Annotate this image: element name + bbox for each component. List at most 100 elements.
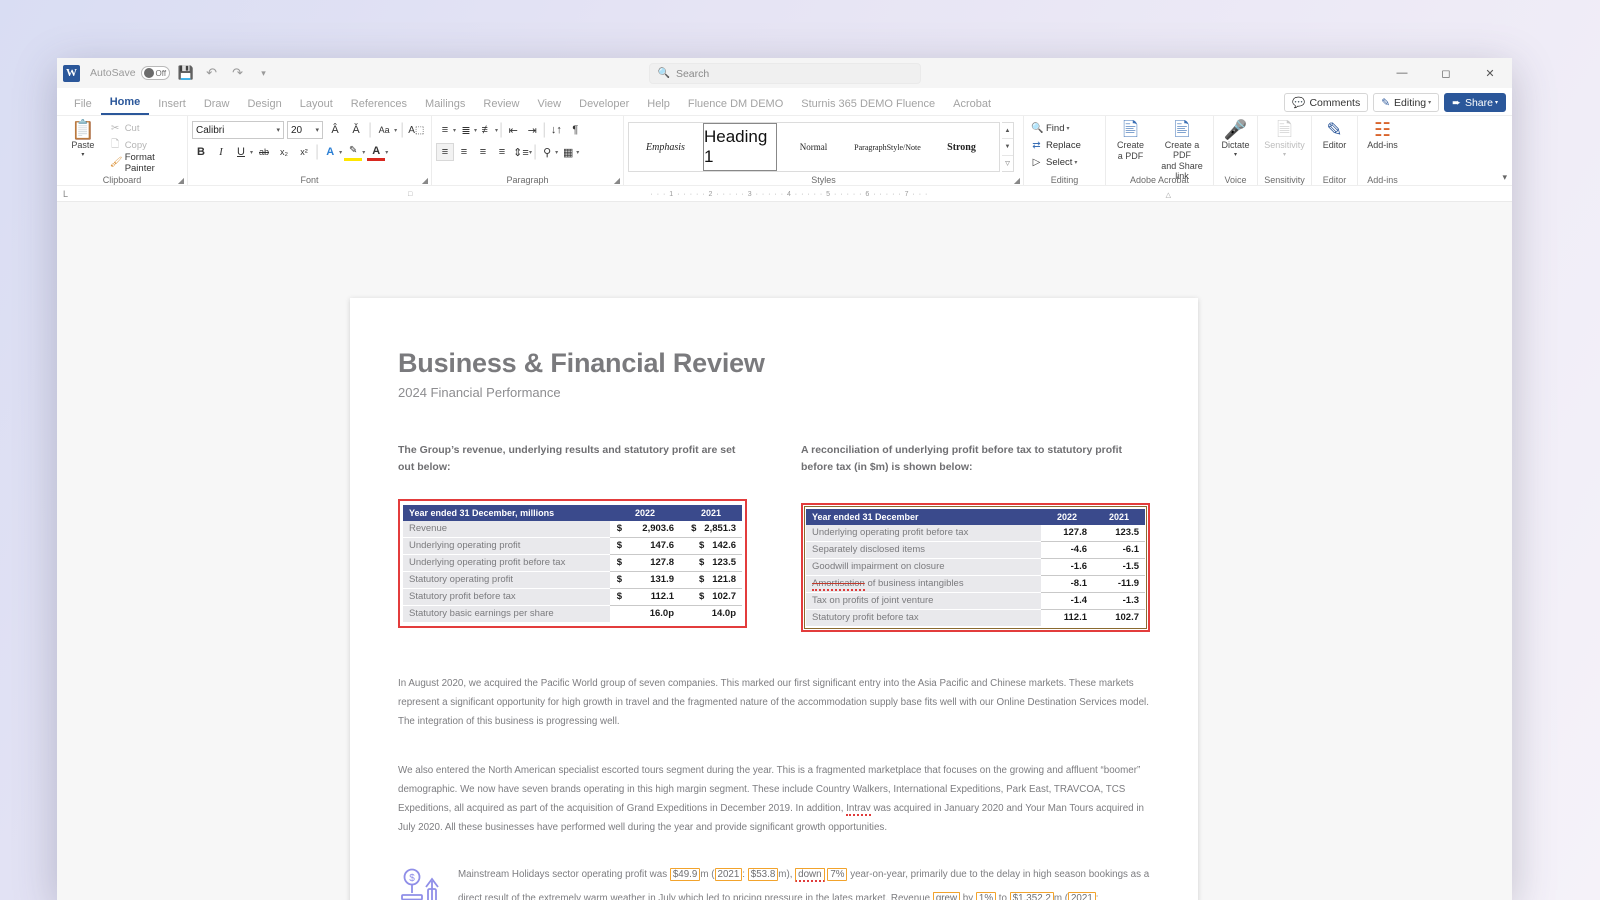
tab-view[interactable]: View [528,95,570,115]
find-button[interactable]: 🔍 Find ▾ [1028,121,1084,136]
maximize-button[interactable]: ◻ [1424,58,1468,88]
table-row[interactable]: Tax on profits of joint venture -1.4 -1.… [806,592,1145,609]
paste-button[interactable]: 📋 Paste ▾ [61,121,105,158]
editor-button[interactable]: ✎ Editor [1316,121,1353,151]
shading-icon[interactable]: ⚲ [538,143,556,161]
editing-mode-button[interactable]: ✎ Editing ▾ [1373,93,1439,112]
customize-quick-access-icon[interactable]: ▾ [254,63,274,83]
table-row[interactable]: Statutory operating profit $ 131.9 $ 121… [403,571,742,588]
bold-icon[interactable]: B [192,143,210,161]
share-button[interactable]: ➨ Share ▾ [1444,93,1506,112]
align-center-icon[interactable]: ≡ [455,143,473,161]
tab-references[interactable]: References [342,95,416,115]
select-button[interactable]: ▷ Select ▾ [1028,155,1084,170]
table-row[interactable]: Amortisation of business intangibles -8.… [806,575,1145,592]
right-table-annotation-box[interactable]: Year ended 31 December 2022 2021 Underly… [801,503,1150,632]
underline-icon[interactable]: U [232,143,250,161]
font-color-icon[interactable]: A [367,143,385,161]
document-page[interactable]: Business & Financial Review 2024 Financi… [350,298,1198,900]
clear-formatting-icon[interactable]: A⬚ [407,121,425,139]
strikethrough-icon[interactable]: ab [255,143,273,161]
table-row[interactable]: Separately disclosed items -4.6 -6.1 [806,541,1145,558]
create-pdf-and-share-link-button[interactable]: 🖹 Create a PDF and Share link [1155,121,1209,182]
text-effects-icon[interactable]: A [321,143,339,161]
table-row[interactable]: Revenue $ 2,903.6 $ 2,851.3 [403,521,742,538]
table-row[interactable]: Underlying operating profit before tax $… [403,554,742,571]
tab-insert[interactable]: Insert [149,95,195,115]
font-name-input[interactable]: Calibri ▾ [192,121,284,139]
highlight-direction-down[interactable]: down [795,868,824,882]
styles-dialog-launcher-icon[interactable]: ◢ [1014,176,1020,185]
subscript-icon[interactable]: x₂ [275,143,293,161]
table-row[interactable]: Underlying operating profit before tax 1… [806,525,1145,542]
scroll-up-icon[interactable]: ▲ [1002,123,1013,139]
change-case-icon[interactable]: Aa [375,121,393,139]
save-icon[interactable]: 💾 [176,63,196,83]
highlight-value-operating-profit[interactable]: $49.9 [670,868,701,881]
tab-acrobat[interactable]: Acrobat [944,95,1000,115]
numbering-icon[interactable]: ≣ [457,121,475,139]
tab-file[interactable]: File [65,95,101,115]
style-item-strong[interactable]: Strong [925,123,999,171]
sort-icon[interactable]: ↓↑ [547,121,565,139]
borders-icon[interactable]: ▦ [559,143,577,161]
tab-mailings[interactable]: Mailings [416,95,474,115]
cut-button[interactable]: ✂ Cut [107,121,183,136]
style-item-normal[interactable]: Normal [777,123,851,171]
tab-review[interactable]: Review [474,95,528,115]
style-item-paragraphstyle-note[interactable]: ParagraphStyle/Note [851,123,925,171]
table-row[interactable]: Statutory basic earnings per share 16.0p… [403,605,742,622]
tab-home[interactable]: Home [101,93,150,115]
text-highlight-color-icon[interactable]: ✎ [344,143,362,161]
show-formatting-marks-icon[interactable]: ¶ [566,121,584,139]
line-spacing-icon[interactable]: ⇕≡ [512,143,530,161]
tab-sturnis-365-demo-fluence[interactable]: Sturnis 365 DEMO Fluence [792,95,944,115]
decrease-indent-icon[interactable]: ⇤ [504,121,522,139]
horizontal-ruler[interactable]: L □ · · · 1 · · · · · 2 · · · · · 3 · · … [57,185,1512,202]
sensitivity-button[interactable]: 🗎 Sensitivity ▾ [1262,121,1307,158]
italic-icon[interactable]: I [212,143,230,161]
styles-gallery-scroll[interactable]: ▲ ▼ ▽ [1002,122,1014,172]
tab-design[interactable]: Design [238,95,290,115]
addins-button[interactable]: ☷ Add-ins [1362,121,1403,151]
left-table-annotation-box[interactable]: Year ended 31 December, millions 2022 20… [398,499,747,628]
font-size-input[interactable]: 20 ▾ [287,121,323,139]
tab-draw[interactable]: Draw [195,95,239,115]
left-indent-marker[interactable]: □ [408,191,413,198]
financial-table-right[interactable]: Year ended 31 December 2022 2021 Underly… [806,509,1145,626]
financial-table-left[interactable]: Year ended 31 December, millions 2022 20… [403,505,742,622]
style-item-emphasis[interactable]: Emphasis [629,123,703,171]
align-left-icon[interactable]: ≡ [436,143,454,161]
right-indent-marker[interactable]: △ [1166,191,1172,199]
format-painter-button[interactable]: 🖌 Format Painter [107,155,183,170]
table-row[interactable]: Statutory profit before tax 112.1 102.7 [806,609,1145,626]
tab-developer[interactable]: Developer [570,95,638,115]
close-button[interactable]: ✕ [1468,58,1512,88]
replace-button[interactable]: ⇄ Replace [1028,138,1084,153]
font-dialog-launcher-icon[interactable]: ◢ [422,176,428,185]
undo-icon[interactable]: ↶ [202,63,222,83]
clipboard-dialog-launcher-icon[interactable]: ◢ [178,176,184,185]
paragraph-dialog-launcher-icon[interactable]: ◢ [614,176,620,185]
highlight-value-prior-profit[interactable]: $53.8 [748,868,779,881]
autosave-toggle[interactable]: Off [141,66,170,80]
increase-indent-icon[interactable]: ⇥ [523,121,541,139]
comments-button[interactable]: 💬 Comments [1284,93,1368,112]
style-item-heading-1[interactable]: Heading 1 [703,123,777,171]
justify-icon[interactable]: ≡ [493,143,511,161]
align-right-icon[interactable]: ≡ [474,143,492,161]
highlight-year-2021-b[interactable]: 2021 [1068,892,1096,900]
bullets-icon[interactable]: ≡ [436,121,454,139]
superscript-icon[interactable]: x² [295,143,313,161]
autosave-control[interactable]: AutoSave Off [90,66,170,80]
document-canvas[interactable]: Business & Financial Review 2024 Financi… [57,202,1512,900]
redo-icon[interactable]: ↷ [228,63,248,83]
highlight-revenue-current[interactable]: $1,352.2 [1010,892,1054,900]
minimize-button[interactable]: — [1380,58,1424,88]
dictate-button[interactable]: 🎤 Dictate ▾ [1218,121,1253,158]
highlight-percent-1[interactable]: 1% [976,892,996,900]
search-input[interactable]: 🔍 Search [649,63,921,84]
highlight-year-2021-a[interactable]: 2021 [715,868,743,881]
tab-help[interactable]: Help [638,95,679,115]
tab-fluence-dm-demo[interactable]: Fluence DM DEMO [679,95,792,115]
